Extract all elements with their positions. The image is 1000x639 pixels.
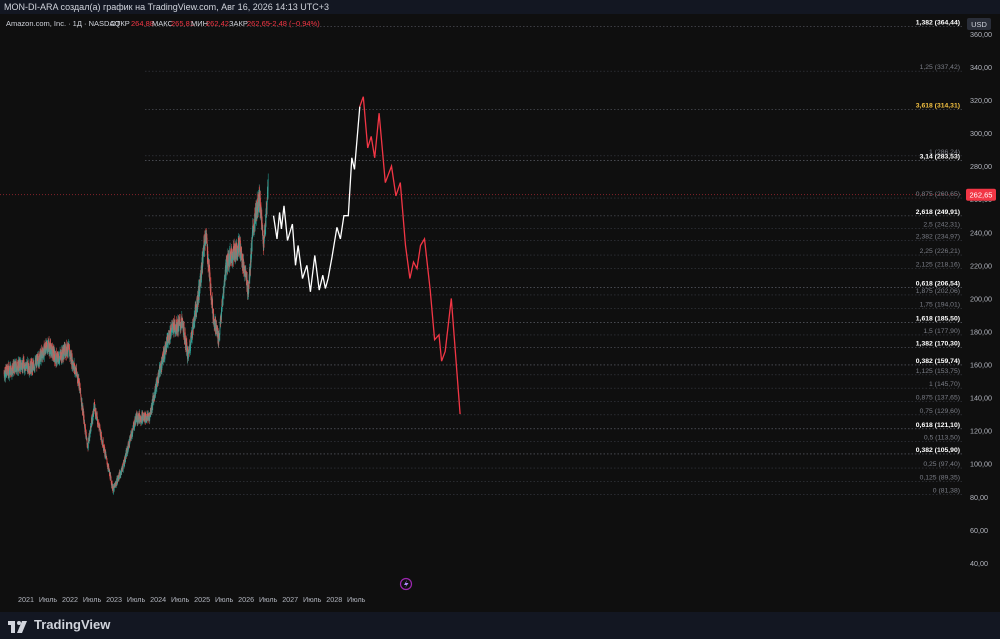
candle-body — [267, 178, 269, 191]
x-tick-label: Июль — [39, 595, 58, 604]
x-tick-label: 2027 — [282, 595, 298, 604]
fib-level-label: 2,25 (226,21) — [920, 248, 960, 255]
fib-level-label: 1,382 (364,44) — [916, 19, 960, 26]
footer-bar: TradingView — [0, 612, 1000, 639]
candle-body — [219, 327, 221, 335]
y-tick-label: 140,00 — [970, 394, 992, 403]
legend-close-value: 262,65 — [247, 19, 270, 28]
x-tick-label: 2028 — [326, 595, 342, 604]
y-tick-label: 40,00 — [970, 559, 988, 568]
y-tick-label: 360,00 — [970, 30, 992, 39]
fib-level-label: 0,618 (121,10) — [916, 422, 960, 429]
axes: 40,00 60,00 80,00 100,00 120,00 140,00 160,00 1… — [18, 30, 992, 604]
candle-body — [210, 283, 212, 299]
y-tick-label: 220,00 — [970, 261, 992, 270]
chart-legend: Amazon.com, Inc. · 1Д · NASDAQ ОТКР 264,… — [6, 19, 320, 28]
fib-level-label: 2,125 (218,16) — [916, 261, 960, 268]
currency-label[interactable]: USD — [971, 20, 987, 29]
y-tick-label: 200,00 — [970, 294, 992, 303]
fib-level-label: 0,5 (113,50) — [924, 434, 960, 441]
y-tick-label: 180,00 — [970, 327, 992, 336]
y-tick-label: 340,00 — [970, 63, 992, 72]
currency-button[interactable]: USD — [967, 18, 991, 30]
fib-level-label: 0,382 (105,90) — [916, 447, 960, 454]
x-tick-label: Июль — [347, 595, 366, 604]
x-tick-label: 2025 — [194, 595, 210, 604]
candle-body — [183, 327, 185, 334]
candle-body — [83, 418, 85, 421]
x-tick-label: Июль — [83, 595, 102, 604]
projection-path-white — [272, 106, 361, 292]
fib-level-label: 1,125 (153,75) — [916, 368, 960, 375]
y-tick-label: 120,00 — [970, 427, 992, 436]
price-chart[interactable]: 1,382 (364,44) 1,25 (337,42) 3,618 (314,31… — [0, 14, 1000, 612]
y-tick-label: 240,00 — [970, 228, 992, 237]
candle-body — [265, 226, 267, 228]
x-tick-label: 2022 — [62, 595, 78, 604]
candle-body — [106, 458, 108, 462]
last-price-label: 262,65 — [970, 190, 993, 199]
fib-level-label: 1,875 (202,06) — [916, 288, 960, 295]
y-tick-label: 300,00 — [970, 129, 992, 138]
fib-level-label: 3,618 (314,31) — [916, 102, 960, 109]
fib-level-label: 2,618 (249,91) — [916, 209, 960, 216]
fib-level-label: 0,875 (260,65) — [916, 191, 960, 198]
brand-name[interactable]: TradingView — [34, 617, 110, 632]
fib-level-label: 2,5 (242,31) — [923, 221, 960, 228]
chart-header: MON-DI-ARA создал(а) график на TradingVi… — [0, 0, 1000, 14]
last-price-badge: 262,65 — [966, 188, 996, 201]
candle-body — [178, 326, 180, 332]
legend-change: −2,48 (−0,94%) — [268, 19, 320, 28]
x-tick-label: 2026 — [238, 595, 254, 604]
x-tick-label: Июль — [259, 595, 278, 604]
y-tick-label: 280,00 — [970, 162, 992, 171]
fib-level-label: 0,25 (97,40) — [923, 461, 960, 468]
y-tick-label: 80,00 — [970, 493, 988, 502]
lightning-icon-bolt[interactable] — [404, 580, 409, 588]
legend-close-label: ЗАКР — [229, 19, 248, 28]
x-tick-label: 2021 — [18, 595, 34, 604]
fib-level-label: 1,382 (170,30) — [916, 340, 960, 347]
fib-level-label: 3,14 (283,53) — [920, 153, 960, 160]
y-tick-label: 320,00 — [970, 96, 992, 105]
legend-open-value: 264,88 — [131, 19, 154, 28]
fib-level-label: 1,75 (194,01) — [920, 301, 960, 308]
candle-body — [267, 190, 269, 198]
candlestick-series — [3, 173, 269, 495]
y-tick-label: 160,00 — [970, 361, 992, 370]
x-tick-label: 2024 — [150, 595, 166, 604]
fib-labels: 1,382 (364,44) 1,25 (337,42) 3,618 (314,31… — [916, 19, 960, 494]
y-tick-label: 60,00 — [970, 526, 988, 535]
tradingview-logo-icon[interactable] — [8, 619, 30, 633]
fib-level-label: 1,25 (337,42) — [920, 64, 960, 71]
lightning-icon[interactable] — [399, 577, 413, 591]
legend-open-label: ОТКР — [110, 19, 130, 28]
x-tick-label: Июль — [127, 595, 146, 604]
projection-paths — [272, 96, 461, 415]
x-tick-label: Июль — [171, 595, 190, 604]
fib-level-label: 0,618 (206,54) — [916, 281, 960, 288]
x-tick-label: 2023 — [106, 595, 122, 604]
candle-body — [80, 388, 82, 395]
fib-level-label: 0,382 (159,74) — [916, 358, 960, 365]
legend-low-value: 262,42 — [206, 19, 229, 28]
x-tick-label: Июль — [303, 595, 322, 604]
fib-level-label: 1 (145,70) — [929, 381, 960, 388]
fib-grid — [0, 26, 962, 495]
fib-level-label: 0,125 (89,35) — [920, 474, 960, 481]
fib-level-label: 0 (81,38) — [933, 488, 960, 495]
fib-level-label: 0,875 (137,65) — [916, 394, 960, 401]
x-tick-label: Июль — [215, 595, 234, 604]
legend-symbol: Amazon.com, Inc. · 1Д · NASDAQ — [6, 19, 120, 28]
fib-level-label: 0,75 (129,60) — [920, 408, 960, 415]
fib-level-label: 1,5 (177,90) — [923, 328, 960, 335]
candle-body — [104, 445, 105, 449]
fib-level-label: 1,618 (185,50) — [916, 315, 960, 322]
y-tick-label: 100,00 — [970, 460, 992, 469]
candle-body — [160, 367, 161, 373]
header-text: MON-DI-ARA создал(а) график на TradingVi… — [4, 2, 329, 12]
projection-path-red — [359, 96, 461, 415]
fib-level-label: 2,382 (234,97) — [916, 234, 960, 241]
